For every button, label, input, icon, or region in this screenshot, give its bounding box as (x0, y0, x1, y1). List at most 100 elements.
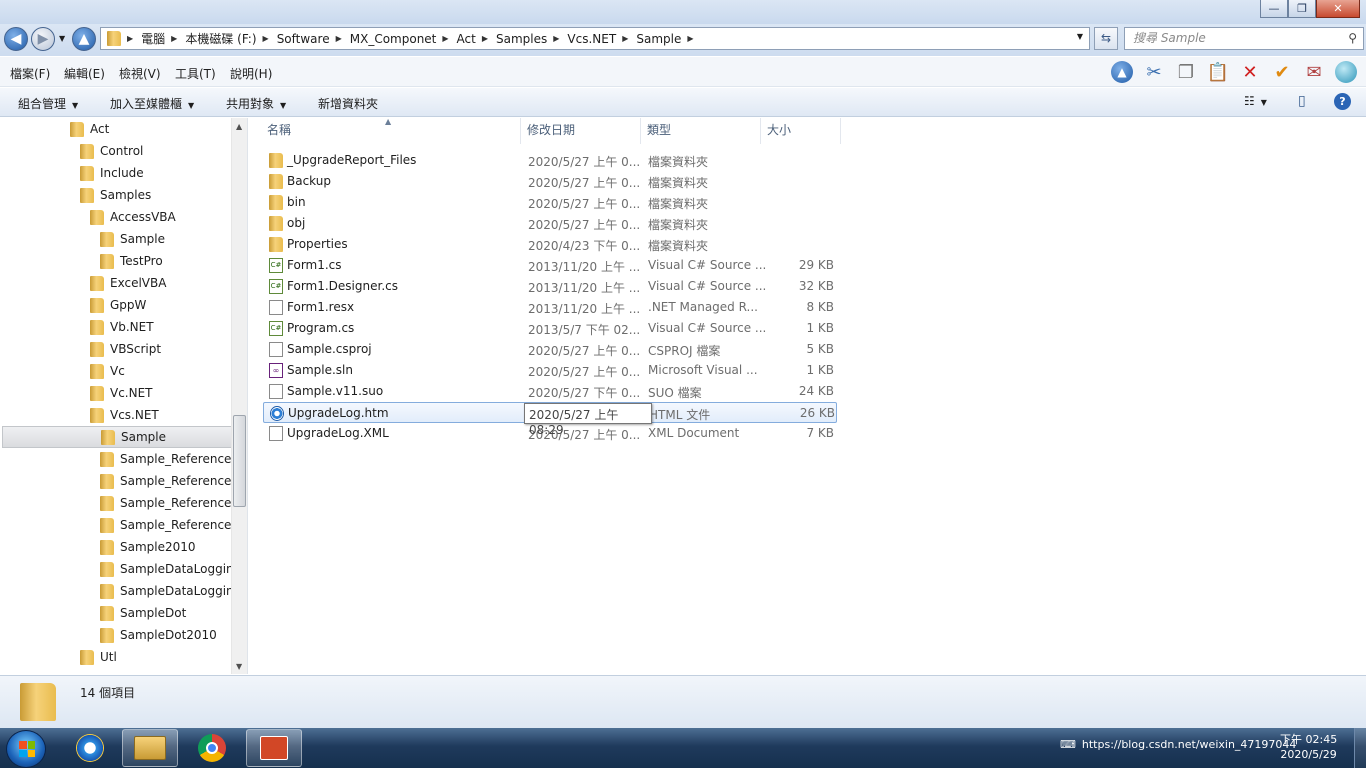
file-row[interactable]: Sample.csproj 2020/5/27 上午 0... CSPROJ 檔案 5… (263, 339, 837, 360)
file-row[interactable]: bin 2020/5/27 上午 0... 檔案資料夾 (263, 192, 837, 213)
tree-item[interactable]: Sample_References (100, 514, 238, 536)
menu-file[interactable]: 檔案(F) (10, 65, 50, 82)
maximize-button[interactable]: ❐ (1288, 0, 1316, 18)
tree-item[interactable]: SampleDot2010 (100, 624, 217, 646)
breadcrumb-item[interactable]: Samples (496, 32, 547, 46)
view-options-button[interactable]: ☷ ▼ (1244, 94, 1267, 108)
forward-button[interactable]: ▶ (31, 27, 55, 51)
refresh-button[interactable]: ⇆ (1094, 27, 1118, 50)
breadcrumb-item[interactable]: Sample (636, 32, 681, 46)
file-row[interactable]: Properties 2020/4/23 下午 0... 檔案資料夾 (263, 234, 837, 255)
taskbar-chrome[interactable] (184, 729, 240, 767)
file-row[interactable]: C# Form1.cs 2013/11/20 上午 ... Visual C# Sou… (263, 255, 837, 276)
column-header-date[interactable]: 修改日期 (521, 118, 641, 144)
clock[interactable]: 下午 02:45 2020/5/29 (1280, 732, 1337, 762)
tree-item[interactable]: SampleDataLoggin (100, 558, 234, 580)
file-row[interactable]: C# Form1.Designer.cs 2013/11/20 上午 ... Visu… (263, 276, 837, 297)
menu-view[interactable]: 檢視(V) (119, 65, 161, 82)
share-with-button[interactable]: 共用對象 ▼ (226, 95, 286, 112)
menu-help[interactable]: 說明(H) (230, 65, 272, 82)
chevron-right-icon[interactable]: ▶ (171, 34, 177, 43)
show-desktop-button[interactable] (1354, 728, 1366, 768)
start-button[interactable] (6, 730, 46, 768)
column-header-size[interactable]: 大小 (761, 118, 841, 144)
file-row[interactable]: Backup 2020/5/27 上午 0... 檔案資料夾 (263, 171, 837, 192)
breadcrumb-item[interactable]: Software (277, 32, 330, 46)
tree-item[interactable]: Sample2010 (100, 536, 196, 558)
globe-icon[interactable] (1332, 59, 1360, 85)
keyboard-icon[interactable]: ⌨ (1060, 738, 1076, 751)
taskbar-powerpoint[interactable] (246, 729, 302, 767)
chevron-right-icon[interactable]: ▶ (336, 34, 342, 43)
chevron-right-icon[interactable]: ▶ (482, 34, 488, 43)
chevron-right-icon[interactable]: ▶ (127, 34, 133, 43)
tree-item[interactable]: Samples (80, 184, 151, 206)
tree-item[interactable]: Sample (100, 228, 165, 250)
address-dropdown-icon[interactable]: ▼ (1077, 32, 1083, 41)
menu-tools[interactable]: 工具(T) (175, 65, 216, 82)
breadcrumb-item[interactable]: 電腦 (141, 30, 165, 47)
chevron-right-icon[interactable]: ▶ (553, 34, 559, 43)
tree-item[interactable]: Vcs.NET (90, 404, 159, 426)
chevron-right-icon[interactable]: ▶ (263, 34, 269, 43)
tree-item[interactable]: Utl (80, 646, 117, 668)
tree-item[interactable]: Control (80, 140, 143, 162)
mail-icon[interactable]: ✉ (1300, 59, 1328, 85)
organize-button[interactable]: 組合管理 ▼ (18, 95, 78, 112)
file-row[interactable]: obj 2020/5/27 上午 0... 檔案資料夾 (263, 213, 837, 234)
tree-item[interactable]: ExcelVBA (90, 272, 166, 294)
breadcrumb-item[interactable]: MX_Componet (350, 32, 437, 46)
tree-item[interactable]: Vc (90, 360, 125, 382)
tree-item[interactable]: VBScript (90, 338, 161, 360)
tree-item[interactable]: TestPro (100, 250, 163, 272)
tree-item[interactable]: Vb.NET (90, 316, 154, 338)
taskbar-explorer[interactable] (122, 729, 178, 767)
recent-pages-dropdown[interactable]: ▼ (59, 34, 65, 43)
chevron-right-icon[interactable]: ▶ (687, 34, 693, 43)
tree-item[interactable]: Sample_References (100, 492, 238, 514)
tree-item[interactable]: GppW (90, 294, 146, 316)
close-button[interactable]: ✕ (1316, 0, 1360, 18)
chevron-right-icon[interactable]: ▶ (622, 34, 628, 43)
menu-edit[interactable]: 編輯(E) (64, 65, 105, 82)
file-row[interactable]: ∞ Sample.sln 2020/5/27 上午 0... Microsoft Vi… (263, 360, 837, 381)
add-to-library-button[interactable]: 加入至媒體櫃 ▼ (110, 95, 194, 112)
up-button[interactable]: ▲ (72, 27, 96, 51)
tree-scrollbar-thumb[interactable] (233, 415, 246, 507)
tree-item[interactable]: Sample_References (100, 448, 238, 470)
tree-item[interactable]: Include (80, 162, 144, 184)
copy-icon[interactable]: ❐ (1172, 59, 1200, 85)
back-button[interactable]: ◀ (4, 27, 28, 51)
tree-item[interactable]: Sample (2, 426, 232, 448)
tree-item[interactable]: AccessVBA (90, 206, 176, 228)
help-icon[interactable]: ? (1334, 93, 1351, 110)
breadcrumb-item[interactable]: Vcs.NET (567, 32, 616, 46)
search-input[interactable]: 搜尋 Sample ⚲ (1124, 27, 1364, 50)
cut-icon[interactable]: ✂ (1140, 59, 1168, 85)
delete-icon[interactable]: ✕ (1236, 59, 1264, 85)
breadcrumb-item[interactable]: Act (457, 32, 476, 46)
preview-pane-icon[interactable]: ▯ (1298, 93, 1306, 109)
file-row[interactable]: Sample.v11.suo 2020/5/27 下午 0... SUO 檔案 24 … (263, 381, 837, 402)
column-header-type[interactable]: 類型 (641, 118, 761, 144)
file-row[interactable]: _UpgradeReport_Files 2020/5/27 上午 0... 檔案資… (263, 150, 837, 171)
upload-icon[interactable]: ▲ (1108, 59, 1136, 85)
file-row[interactable]: Form1.resx 2013/11/20 上午 ... .NET Managed … (263, 297, 837, 318)
address-bar[interactable]: ▶ 電腦 ▶ 本機磁碟 (F:) ▶ Software ▶ MX_Componet ▶ Act ▶… (100, 27, 1090, 50)
tree-scrollbar[interactable] (231, 118, 247, 674)
tree-item[interactable]: Vc.NET (90, 382, 153, 404)
chevron-right-icon[interactable]: ▶ (442, 34, 448, 43)
tree-item[interactable]: SampleDot (100, 602, 186, 624)
tree-item[interactable]: Sample_References (100, 470, 238, 492)
new-folder-button[interactable]: 新增資料夾 (318, 95, 378, 112)
breadcrumb-item[interactable]: 本機磁碟 (F:) (185, 30, 256, 47)
taskbar-internet-explorer[interactable] (62, 729, 118, 767)
column-header-name[interactable]: 名稱 ▲ (261, 117, 521, 144)
scroll-up-icon[interactable]: ▲ (236, 122, 242, 131)
tree-item[interactable]: Act (70, 118, 109, 140)
scroll-down-icon[interactable]: ▼ (236, 662, 242, 671)
tree-item[interactable]: SampleDataLoggin (100, 580, 234, 602)
minimize-button[interactable]: — (1260, 0, 1288, 18)
file-row[interactable]: C# Program.cs 2013/5/7 下午 02... Visual C# S… (263, 318, 837, 339)
checkmark-icon[interactable]: ✔ (1268, 59, 1296, 85)
